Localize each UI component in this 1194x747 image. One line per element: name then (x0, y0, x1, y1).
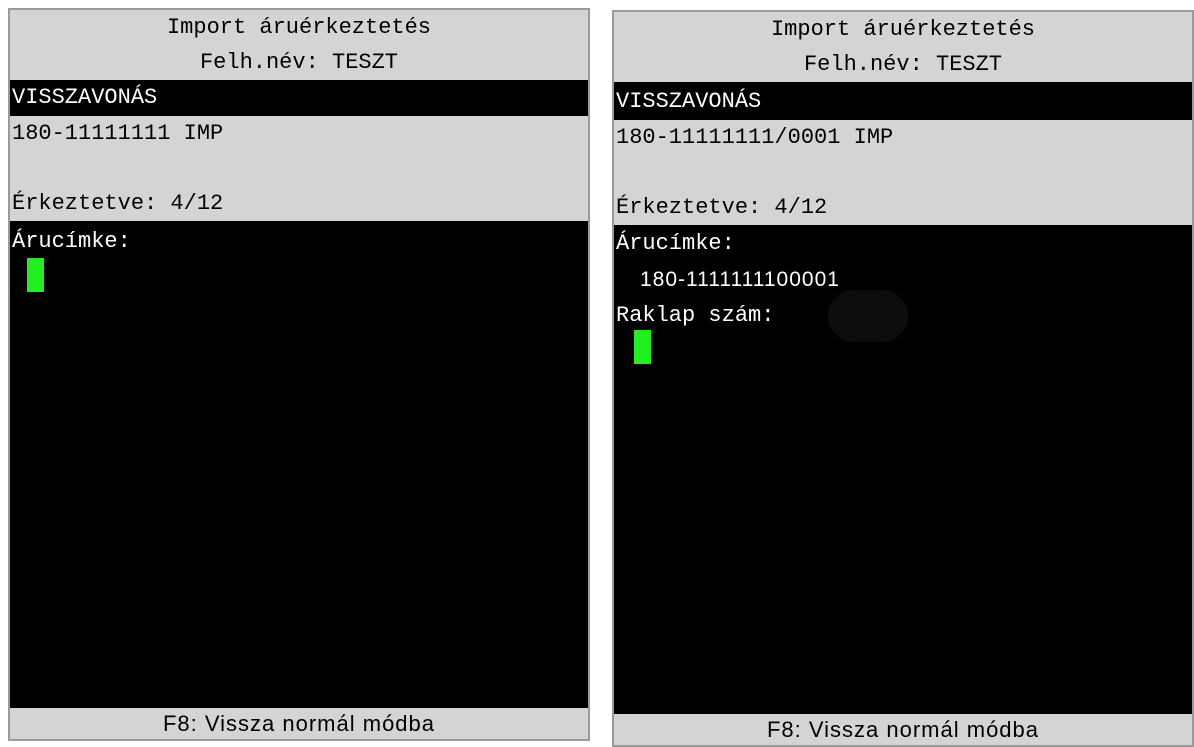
pallet-prompt: Raklap szám: (616, 303, 775, 328)
info-panel: 180-11111111/0001 IMP Érkeztetve: 4/12 (614, 120, 1192, 225)
shipment-id: 180-11111111 IMP (12, 121, 224, 146)
terminal-screen-1: Import áruérkeztetés Felh.név: TESZT VIS… (8, 8, 590, 741)
pallet-input-cursor[interactable] (634, 330, 651, 364)
blank-row (10, 151, 588, 186)
screen-title: Import áruérkeztetés (770, 17, 1036, 42)
mode-indicator: VISSZAVONÁS (614, 84, 1192, 120)
footer-hint[interactable]: F8: Vissza normál módba (10, 708, 588, 739)
terminal-screen-2: Import áruérkeztetés Felh.név: TESZT VIS… (612, 10, 1194, 747)
blank-row (614, 155, 1192, 190)
label-value[interactable]: 180-1111111100001 (640, 262, 840, 297)
footer-hint[interactable]: F8: Vissza normál módba (614, 714, 1192, 745)
received-count: Érkeztetve: 4/12 (616, 195, 828, 220)
screen-smudge (828, 290, 908, 342)
screen-title: Import áruérkeztetés (166, 15, 432, 40)
info-panel: 180-11111111 IMP Érkeztetve: 4/12 (10, 116, 588, 221)
shipment-id: 180-11111111/0001 IMP (616, 125, 894, 150)
user-name: Felh.név: TESZT (199, 50, 399, 75)
header-panel: Import áruérkeztetés Felh.név: TESZT (10, 10, 588, 80)
mode-indicator: VISSZAVONÁS (10, 80, 588, 116)
label-prompt: Árucímke: (12, 229, 131, 254)
received-count: Érkeztetve: 4/12 (12, 191, 224, 216)
label-input-cursor[interactable] (27, 258, 44, 292)
header-panel: Import áruérkeztetés Felh.név: TESZT (614, 12, 1192, 82)
label-prompt: Árucímke: (616, 231, 735, 256)
user-name: Felh.név: TESZT (803, 52, 1003, 77)
